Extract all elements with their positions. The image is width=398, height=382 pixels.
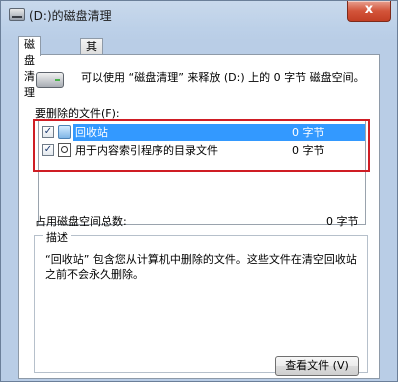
total-space-label: 占用磁盘空间总数: <box>35 215 127 228</box>
file-checkbox[interactable]: ✓ <box>42 144 54 156</box>
title-bar[interactable]: (D:)的磁盘清理 x <box>1 1 397 29</box>
window-title: (D:)的磁盘清理 <box>29 9 112 23</box>
close-button[interactable]: x <box>347 1 391 22</box>
description-label: 描述 <box>43 229 71 245</box>
description-group: 描述 “回收站” 包含您从计算机中删除的文件。这些文件在清空回收站之前不会永久删… <box>34 229 368 376</box>
files-to-delete-list[interactable]: ✓ 回收站 0 字节 ✓ 用于内容索引程序的目录文件 0 字节 <box>38 120 366 225</box>
intro-text: 可以使用 “磁盘清理” 来释放 (D:) 上的 0 字节 磁盘空间。 <box>81 71 365 84</box>
file-size: 0 字节 <box>292 126 325 139</box>
tab-panel: 可以使用 “磁盘清理” 来释放 (D:) 上的 0 字节 磁盘空间。 要删除的文… <box>18 54 380 379</box>
file-checkbox[interactable]: ✓ <box>42 126 54 138</box>
recycle-bin-icon <box>58 125 71 139</box>
list-item[interactable]: ✓ 用于内容索引程序的目录文件 0 字节 <box>39 142 365 159</box>
file-size: 0 字节 <box>292 144 325 157</box>
view-files-button[interactable]: 查看文件 (V) <box>275 356 359 376</box>
tab-more-options[interactable]: 其他选项 <box>80 38 103 101</box>
list-item[interactable]: ✓ 回收站 0 字节 <box>39 124 365 141</box>
search-index-icon <box>58 143 71 157</box>
disk-cleanup-window: (D:)的磁盘清理 x 磁盘清理 其他选项 可以使用 “磁盘清理” 来释放 (D… <box>0 0 398 382</box>
file-name: 用于内容索引程序的目录文件 <box>75 144 218 157</box>
description-text: “回收站” 包含您从计算机中删除的文件。这些文件在清空回收站之前不会永久删除。 <box>45 253 357 281</box>
tab-disk-cleanup[interactable]: 磁盘清理 <box>18 36 41 99</box>
drive-icon <box>36 72 64 88</box>
total-space-value: 0 字节 <box>326 215 359 228</box>
file-name: 回收站 <box>75 126 108 139</box>
files-to-delete-label: 要删除的文件(F): <box>35 107 120 120</box>
disk-cleanup-icon <box>9 8 25 21</box>
